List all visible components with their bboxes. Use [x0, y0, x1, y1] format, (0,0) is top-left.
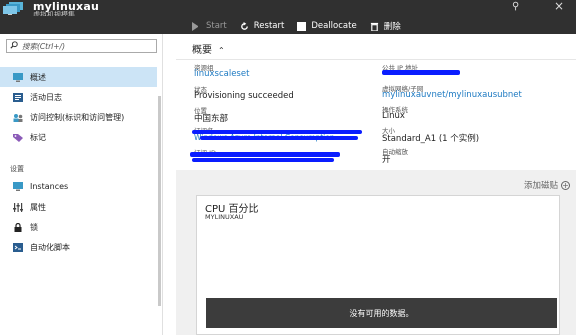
- restart-icon: [240, 21, 248, 30]
- chevron-up-icon: ⌃: [218, 46, 225, 55]
- pin-icon[interactable]: ⚲: [512, 1, 519, 12]
- search-box[interactable]: [6, 39, 157, 53]
- delete-button[interactable]: 删除: [370, 20, 401, 32]
- sidebar-item-locks[interactable]: 锁: [0, 217, 157, 237]
- sidebar-item-properties[interactable]: 属性: [0, 197, 157, 217]
- sidebar-item-instances[interactable]: Instances: [0, 176, 157, 196]
- menu-scrollbar[interactable]: [158, 96, 161, 306]
- overview-icon: [13, 72, 23, 82]
- access-control-icon: [13, 113, 23, 122]
- restart-button[interactable]: Restart: [240, 21, 285, 31]
- sidebar-item-tags[interactable]: 标记: [0, 127, 157, 147]
- plus-circle-icon: +: [561, 180, 570, 190]
- trash-icon: [370, 22, 378, 31]
- sidebar-item-access-control[interactable]: 访问控制(标识和访问管理): [0, 107, 157, 127]
- play-icon: [192, 21, 201, 31]
- delete-label: 删除: [383, 22, 401, 32]
- autoscale-value: 开: [382, 155, 391, 165]
- no-data-message: 没有可用的数据。: [206, 298, 557, 328]
- essentials-title: 概要: [192, 45, 212, 56]
- sidebar-item-label: Instances: [30, 181, 69, 191]
- essentials-toggle[interactable]: 概要 ⌃: [192, 41, 225, 56]
- tag-icon: [13, 133, 23, 142]
- deallocate-button[interactable]: Deallocate: [297, 21, 357, 31]
- title-bar: mylinuxau 虚拟机规模集 ⚲ ×: [0, 0, 576, 19]
- redaction-mark: [192, 130, 362, 134]
- sidebar-item-label: 活动日志: [30, 92, 62, 102]
- cpu-percentage-tile[interactable]: CPU 百分比 MYLINUXAU 没有可用的数据。: [196, 195, 560, 335]
- add-tile-button[interactable]: 添加磁贴 +: [524, 179, 570, 191]
- search-icon: [10, 41, 18, 49]
- divider: [176, 59, 576, 60]
- instances-icon: [13, 181, 23, 191]
- automation-script-icon: [13, 242, 23, 252]
- redaction-mark: [382, 70, 460, 75]
- sidebar-item-label: 标记: [30, 132, 46, 142]
- vnet-link[interactable]: mylinuxauvnet/mylinuxausubnet: [382, 90, 522, 100]
- sidebar-item-label: 访问控制(标识和访问管理): [30, 112, 125, 122]
- os-value: Linux: [382, 111, 405, 121]
- properties-icon: [13, 202, 23, 212]
- vm-scale-set-icon: [3, 2, 23, 15]
- sidebar-item-label: 属性: [30, 202, 46, 212]
- location-value: 中国东部: [194, 114, 229, 124]
- redaction-mark: [200, 136, 358, 140]
- sidebar-item-label: 自动化脚本: [30, 242, 70, 252]
- resource-menu: 概述 活动日志 访问控制(标识和访问管理) 标记 设置 Inst: [0, 34, 163, 335]
- start-button[interactable]: Start: [192, 21, 227, 31]
- status-value: Provisioning succeeded: [194, 91, 294, 101]
- sidebar-item-activity-log[interactable]: 活动日志: [0, 87, 157, 107]
- sidebar-item-label: 锁: [30, 222, 38, 232]
- search-input[interactable]: [22, 41, 152, 51]
- command-bar: Start Restart Deallocate 删除: [192, 19, 414, 33]
- sidebar-item-label: 概述: [30, 72, 46, 82]
- resource-group-link[interactable]: linuxscaleset: [194, 69, 249, 79]
- redaction-mark: [190, 152, 340, 157]
- add-tile-label: 添加磁贴: [523, 181, 558, 191]
- deallocate-label: Deallocate: [311, 21, 357, 31]
- restart-label: Restart: [253, 21, 285, 31]
- redaction-mark: [192, 158, 334, 162]
- stop-icon: [297, 21, 307, 31]
- close-icon[interactable]: ×: [554, 0, 564, 13]
- lock-icon: [14, 222, 22, 232]
- size-value: Standard_A1 (1 个实例): [382, 134, 480, 144]
- start-label: Start: [206, 21, 227, 31]
- activity-log-icon: [13, 92, 23, 102]
- tile-subtitle: MYLINUXAU: [205, 213, 244, 221]
- sidebar-item-overview[interactable]: 概述: [0, 67, 157, 87]
- settings-section-label: 设置: [10, 165, 24, 173]
- tiles-area: 添加磁贴 + CPU 百分比 MYLINUXAU 没有可用的数据。: [176, 170, 576, 335]
- sidebar-item-automation-script[interactable]: 自动化脚本: [0, 237, 157, 257]
